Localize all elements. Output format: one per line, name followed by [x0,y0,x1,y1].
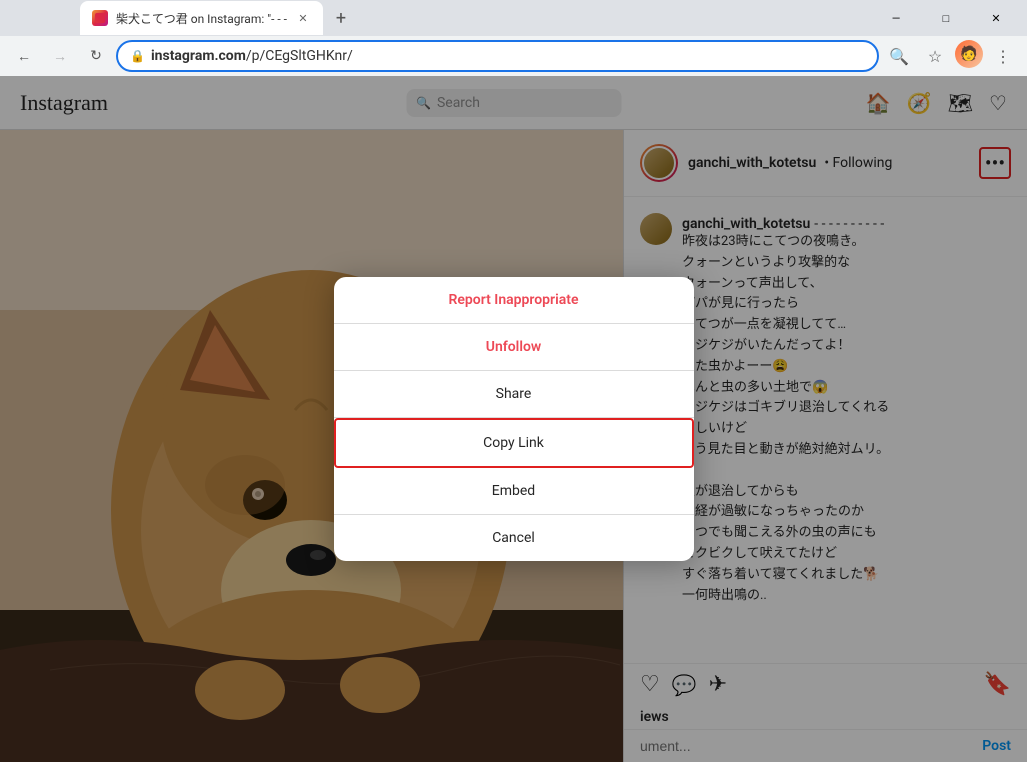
instagram-app: Instagram 🔍 Search 🏠 🧭 🗺 ♡ [0,76,1027,762]
tab-favicon [92,10,108,26]
bookmark-star-button[interactable]: ☆ [919,40,951,72]
forward-button[interactable]: → [44,40,76,72]
options-modal: Report Inappropriate Unfollow Share Copy… [334,277,694,561]
lock-icon: 🔒 [130,49,145,63]
share-option[interactable]: Share [334,371,694,418]
search-icon-btn[interactable]: 🔍 [883,40,915,72]
profile-avatar[interactable]: 🧑 [955,40,983,68]
window-controls: — □ ✕ [873,0,1019,36]
menu-button[interactable]: ⋮ [987,40,1019,72]
unfollow-option[interactable]: Unfollow [334,324,694,371]
nav-bar: ← → ↻ 🔒 instagram.com/p/CEgSltGHKnr/ 🔍 ☆… [0,36,1027,76]
modal-overlay[interactable]: Report Inappropriate Unfollow Share Copy… [0,76,1027,762]
url-base: instagram.com [151,48,246,64]
url-display: instagram.com/p/CEgSltGHKnr/ [151,48,865,64]
title-bar: 柴犬こてつ君 on Instagram: "- - - ✕ + — □ ✕ [0,0,1027,36]
report-inappropriate-option[interactable]: Report Inappropriate [334,277,694,324]
tab-bar: 柴犬こてつ君 on Instagram: "- - - ✕ + [80,1,873,35]
browser-chrome: 柴犬こてつ君 on Instagram: "- - - ✕ + — □ ✕ ← … [0,0,1027,76]
maximize-button[interactable]: □ [923,0,969,36]
nav-actions: 🔍 ☆ 🧑 ⋮ [883,40,1019,72]
browser-tab[interactable]: 柴犬こてつ君 on Instagram: "- - - ✕ [80,1,323,35]
reload-button[interactable]: ↻ [80,40,112,72]
url-path: /p/CEgSltGHKnr/ [246,48,353,64]
embed-option[interactable]: Embed [334,468,694,515]
address-bar[interactable]: 🔒 instagram.com/p/CEgSltGHKnr/ [116,40,879,72]
tab-title: 柴犬こてつ君 on Instagram: "- - - [116,10,287,27]
minimize-button[interactable]: — [873,0,919,36]
new-tab-button[interactable]: + [327,4,355,32]
copy-link-option[interactable]: Copy Link [334,418,694,468]
cancel-option[interactable]: Cancel [334,515,694,561]
close-button[interactable]: ✕ [973,0,1019,36]
back-button[interactable]: ← [8,40,40,72]
tab-close-button[interactable]: ✕ [295,10,311,26]
